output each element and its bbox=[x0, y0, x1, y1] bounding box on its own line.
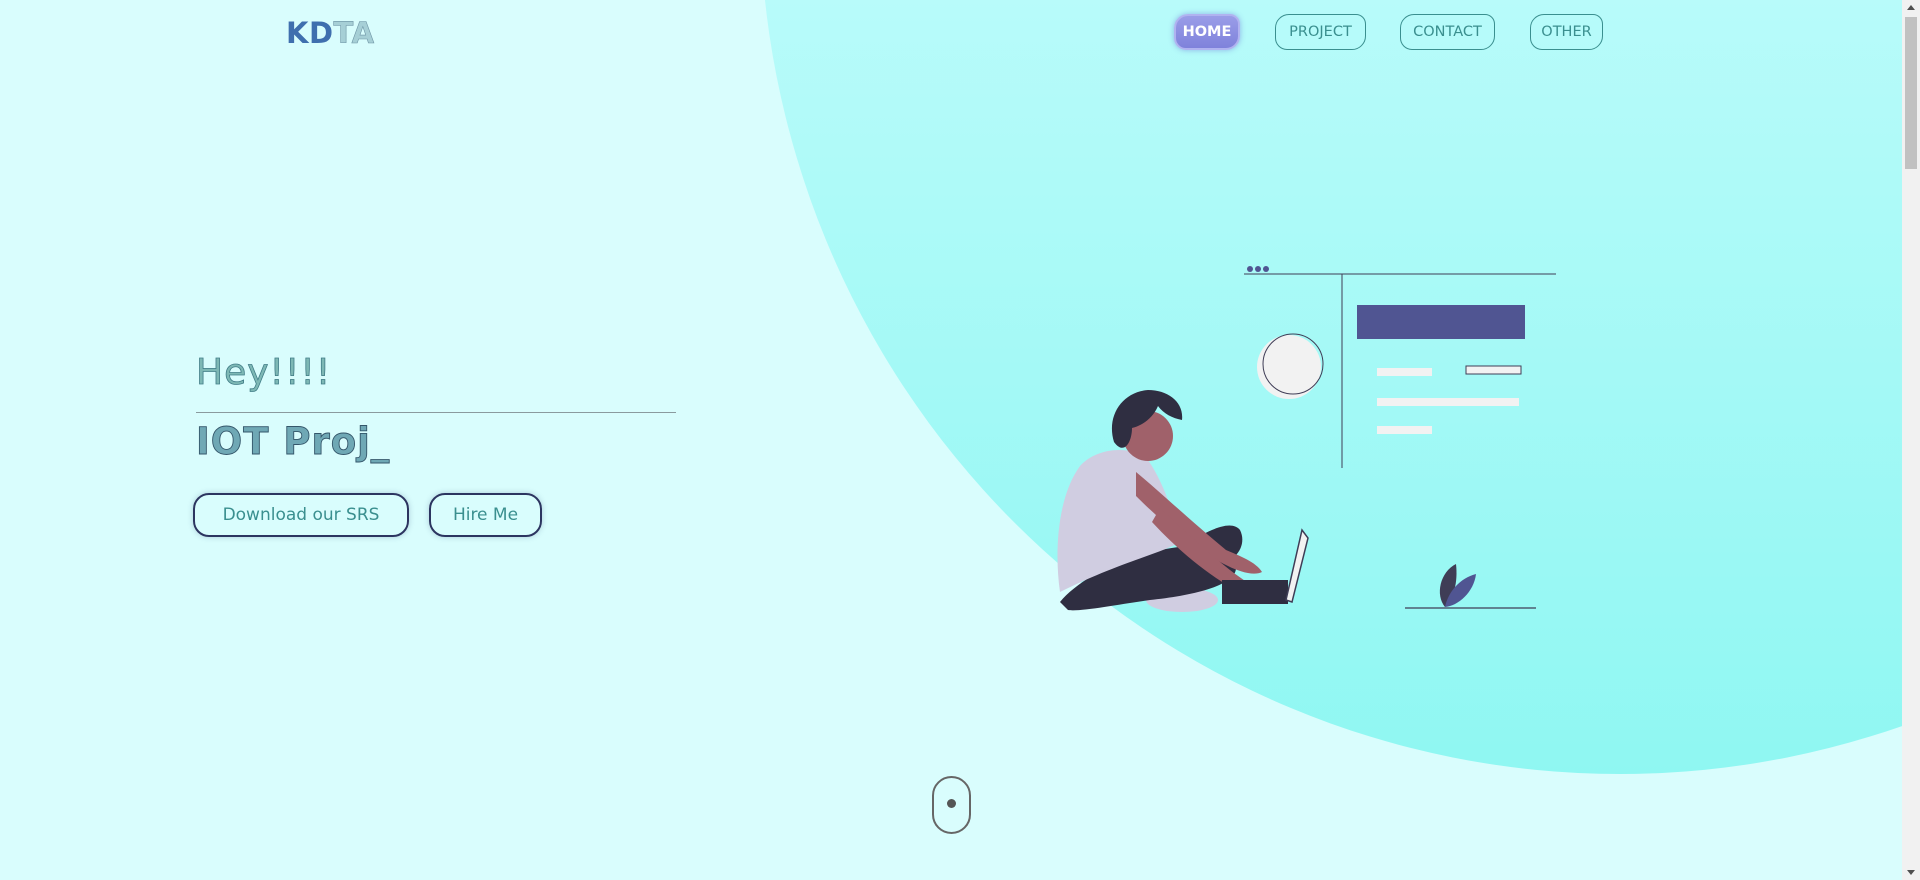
person-with-laptop-illustration bbox=[1057, 266, 1556, 612]
avatar-circle bbox=[1257, 335, 1321, 399]
scroll-up-arrow-icon[interactable] bbox=[1907, 5, 1915, 10]
scroll-wheel-dot bbox=[947, 799, 956, 808]
hero-greeting: Hey!!!! bbox=[196, 352, 332, 394]
page: KDTA HOME PROJECT CONTACT OTHER Hey!!!! … bbox=[0, 0, 1902, 880]
hire-me-button[interactable]: Hire Me bbox=[429, 493, 542, 537]
input-field-shape bbox=[1465, 365, 1522, 375]
logo-part-1: KD bbox=[286, 16, 334, 50]
laptop-base bbox=[1222, 580, 1288, 604]
text-line bbox=[1377, 426, 1432, 434]
window-dot-icon bbox=[1255, 266, 1261, 272]
download-srs-button[interactable]: Download our SRS bbox=[193, 493, 409, 537]
nav-other[interactable]: OTHER bbox=[1530, 14, 1603, 50]
laptop-screen bbox=[1285, 528, 1309, 603]
window-header-block bbox=[1357, 305, 1525, 339]
logo-part-2: TA bbox=[333, 16, 375, 51]
text-line bbox=[1377, 398, 1519, 406]
text-line bbox=[1377, 368, 1432, 376]
nav-home[interactable]: HOME bbox=[1174, 14, 1240, 50]
window-dot-icon bbox=[1247, 266, 1253, 272]
scroll-down-arrow-icon[interactable] bbox=[1907, 870, 1915, 875]
vertical-scrollbar[interactable] bbox=[1902, 0, 1920, 880]
hero-divider bbox=[196, 412, 676, 413]
scrollbar-thumb[interactable] bbox=[1905, 17, 1917, 169]
nav-contact[interactable]: CONTACT bbox=[1400, 14, 1495, 50]
logo[interactable]: KDTA bbox=[286, 16, 375, 51]
hero-title: IOT Proj_ bbox=[196, 420, 391, 464]
scroll-mouse-icon[interactable] bbox=[932, 776, 971, 834]
nav-project[interactable]: PROJECT bbox=[1275, 14, 1366, 50]
window-dot-icon bbox=[1263, 266, 1269, 272]
